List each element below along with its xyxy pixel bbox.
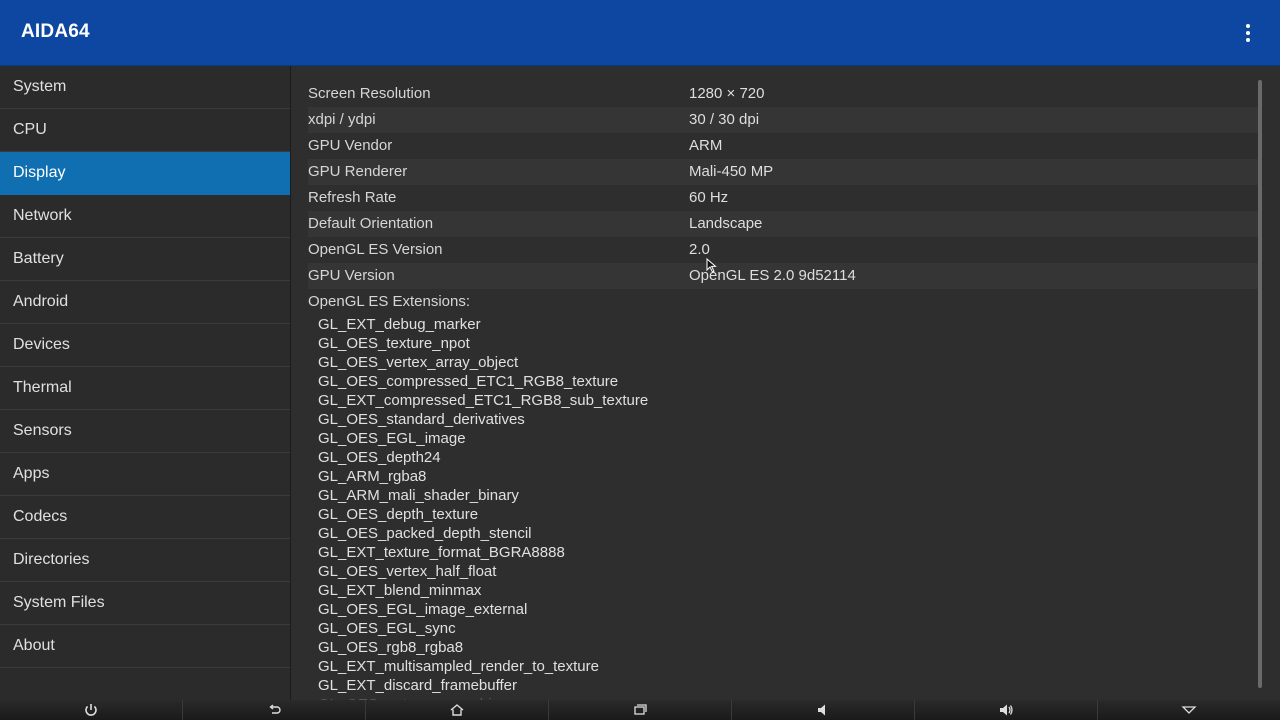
extension-item: GL_ARM_rgba8 bbox=[318, 468, 427, 485]
sidebar-item-about[interactable]: About bbox=[0, 625, 290, 668]
sidebar-item-devices[interactable]: Devices bbox=[0, 324, 290, 367]
info-row: GPU Version OpenGL ES 2.0 9d52114 bbox=[308, 263, 1259, 289]
info-value: ARM bbox=[689, 137, 723, 154]
extension-item: GL_EXT_texture_format_BGRA8888 bbox=[318, 544, 565, 561]
extension-item: GL_OES_vertex_array_object bbox=[318, 354, 519, 371]
info-value: 60 Hz bbox=[689, 189, 729, 206]
volume-up-button[interactable] bbox=[915, 700, 1098, 720]
sidebar: System CPU Display Network Battery Android Dev… bbox=[0, 66, 291, 700]
extension-item: GL_OES_compressed_ETC1_RGB8_texture bbox=[318, 373, 619, 390]
mouse-cursor-icon bbox=[706, 258, 717, 273]
sidebar-item-sensors[interactable]: Sensors bbox=[0, 410, 290, 453]
recent-apps-button[interactable] bbox=[549, 700, 732, 720]
info-value: 30 / 30 dpi bbox=[689, 111, 760, 128]
extension-item: GL_ARM_mali_shader_binary bbox=[318, 487, 519, 504]
info-key: Screen Resolution bbox=[308, 85, 431, 102]
info-key: xdpi / ydpi bbox=[308, 111, 376, 128]
sidebar-item-system-files[interactable]: System Files bbox=[0, 582, 290, 625]
extension-item: GL_OES_rgb8_rgba8 bbox=[318, 639, 464, 656]
info-row: Refresh Rate 60 Hz bbox=[308, 185, 1259, 211]
extension-item: GL_OES_texture_npot bbox=[318, 335, 470, 352]
home-button[interactable] bbox=[366, 700, 549, 720]
sidebar-item-codecs[interactable]: Codecs bbox=[0, 496, 290, 539]
info-key: GPU Renderer bbox=[308, 163, 408, 180]
extension-item: GL_OES_depth24 bbox=[318, 449, 441, 466]
info-row: GPU Vendor ARM bbox=[308, 133, 1259, 159]
system-nav-bar bbox=[0, 700, 1280, 720]
sidebar-item-directories[interactable]: Directories bbox=[0, 539, 290, 582]
overflow-menu-icon[interactable] bbox=[1236, 20, 1260, 46]
info-key: Refresh Rate bbox=[308, 189, 397, 206]
app-title: AIDA64 bbox=[21, 21, 90, 42]
extensions-list: GL_EXT_debug_marker GL_OES_texture_npot GL… bbox=[318, 315, 648, 700]
volume-up-icon bbox=[1000, 704, 1013, 716]
power-button[interactable] bbox=[0, 700, 183, 720]
display-info-panel: Screen Resolution 1280 × 720 xdpi / ydpi 30… bbox=[292, 66, 1280, 700]
extension-item: GL_EXT_debug_marker bbox=[318, 316, 481, 333]
app-window: AIDA64 System CPU Display Network Battery And… bbox=[0, 0, 1280, 720]
hide-bar-icon bbox=[1181, 706, 1197, 714]
extension-item: GL_OES_EGL_sync bbox=[318, 620, 456, 637]
sidebar-item-battery[interactable]: Battery bbox=[0, 238, 290, 281]
back-button[interactable] bbox=[183, 700, 366, 720]
info-row: Screen Resolution 1280 × 720 bbox=[308, 81, 1259, 107]
info-value: Landscape bbox=[689, 215, 763, 232]
info-row: OpenGL ES Version 2.0 bbox=[308, 237, 1259, 263]
info-row: GPU Renderer Mali-450 MP bbox=[308, 159, 1259, 185]
extension-item: GL_EXT_blend_minmax bbox=[318, 582, 482, 599]
info-value: 1280 × 720 bbox=[689, 85, 765, 102]
sidebar-item-apps[interactable]: Apps bbox=[0, 453, 290, 496]
extensions-title: OpenGL ES Extensions: bbox=[308, 293, 471, 310]
app-header: AIDA64 bbox=[0, 0, 1280, 66]
sidebar-item-android[interactable]: Android bbox=[0, 281, 290, 324]
extension-item: GL_OES_standard_derivatives bbox=[318, 411, 525, 428]
extension-item: GL_OES_EGL_image bbox=[318, 430, 466, 447]
info-key: GPU Version bbox=[308, 267, 395, 284]
power-icon bbox=[85, 704, 97, 716]
info-row: xdpi / ydpi 30 / 30 dpi bbox=[308, 107, 1259, 133]
extension-item: GL_OES_depth_texture bbox=[318, 506, 479, 523]
home-icon bbox=[450, 704, 464, 716]
info-table: Screen Resolution 1280 × 720 xdpi / ydpi 30… bbox=[308, 81, 1259, 289]
extension-item: GL_EXT_compressed_ETC1_RGB8_sub_texture bbox=[318, 392, 649, 409]
extension-item: GL_OES_EGL_image_external bbox=[318, 601, 528, 618]
scrollbar[interactable] bbox=[1258, 80, 1262, 688]
info-row: Default Orientation Landscape bbox=[308, 211, 1259, 237]
hide-bar-button[interactable] bbox=[1098, 700, 1280, 720]
extension-item: GL_EXT_discard_framebuffer bbox=[318, 677, 517, 694]
sidebar-item-network[interactable]: Network bbox=[0, 195, 290, 238]
info-key: OpenGL ES Version bbox=[308, 241, 443, 258]
sidebar-item-display[interactable]: Display bbox=[0, 152, 290, 195]
recent-apps-icon bbox=[634, 704, 647, 715]
volume-down-button[interactable] bbox=[732, 700, 915, 720]
sidebar-item-thermal[interactable]: Thermal bbox=[0, 367, 290, 410]
info-key: GPU Vendor bbox=[308, 137, 393, 154]
sidebar-item-system[interactable]: System bbox=[0, 66, 290, 109]
extension-item: GL_OES_vertex_half_float bbox=[318, 563, 497, 580]
info-key: Default Orientation bbox=[308, 215, 434, 232]
extension-item: GL_EXT_multisampled_render_to_texture bbox=[318, 658, 599, 675]
sidebar-item-cpu[interactable]: CPU bbox=[0, 109, 290, 152]
info-value: Mali-450 MP bbox=[689, 163, 774, 180]
extension-item: GL_OES_packed_depth_stencil bbox=[318, 525, 532, 542]
volume-down-icon bbox=[818, 704, 825, 716]
back-icon bbox=[269, 704, 281, 714]
